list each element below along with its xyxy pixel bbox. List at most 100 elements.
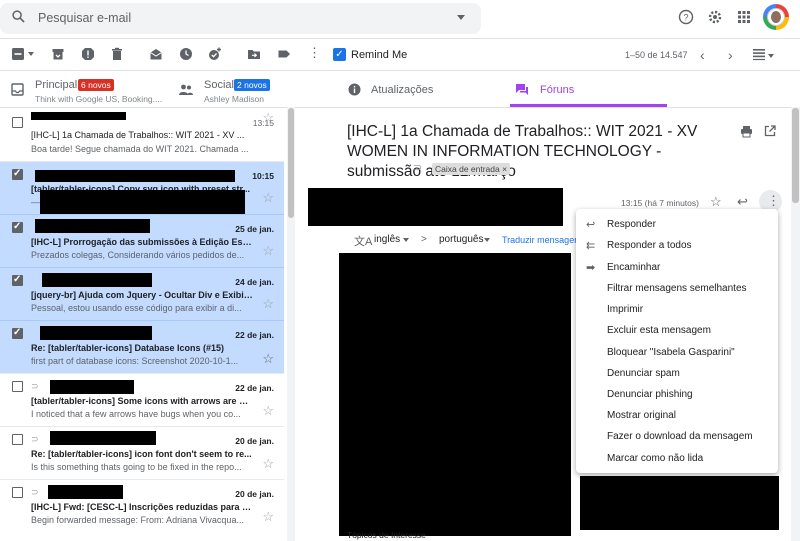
star-icon[interactable]: ☆ xyxy=(262,456,274,472)
tab-principal-label: Principal xyxy=(35,79,78,91)
email-subject: [IHC-L] Fwd: [CESC-L] Inscrições reduzid… xyxy=(31,502,253,512)
forum-chat-icon xyxy=(516,84,528,95)
redacted-sender xyxy=(42,273,152,287)
row-checkbox[interactable] xyxy=(12,327,23,339)
report-spam-icon[interactable] xyxy=(81,47,95,61)
menu-item-print[interactable]: Imprimir xyxy=(607,304,643,315)
email-subject: [jquery-br] Ajuda com Jquery - Ocultar D… xyxy=(31,290,253,300)
menu-item-block-sender[interactable]: Bloquear "Isabela Gasparini" xyxy=(607,347,735,358)
menu-item-download[interactable]: Fazer o download da mensagem xyxy=(607,431,753,442)
remind-me-label[interactable]: Remind Me xyxy=(351,49,407,61)
star-icon[interactable]: ☆ xyxy=(262,403,274,419)
target-language-select[interactable]: português xyxy=(439,234,483,245)
menu-item-mark-unread[interactable]: Marcar como não lida xyxy=(607,453,703,464)
star-icon[interactable]: ☆ xyxy=(262,509,274,525)
redacted-sender xyxy=(35,219,150,233)
remind-me-checkbox[interactable]: ✓ xyxy=(333,48,346,61)
row-checkbox[interactable] xyxy=(12,221,23,233)
menu-item-show-original[interactable]: Mostrar original xyxy=(607,410,676,421)
snooze-clock-icon[interactable] xyxy=(179,47,193,61)
help-icon[interactable]: ? xyxy=(678,9,694,25)
row-checkbox[interactable] xyxy=(12,274,23,286)
more-options-icon[interactable]: ⋮ xyxy=(308,46,321,60)
menu-item-delete[interactable]: Excluir esta mensagem xyxy=(607,325,711,336)
importance-marker-icon[interactable]: ⊃ xyxy=(413,161,422,174)
star-icon[interactable]: ☆ xyxy=(262,351,274,367)
email-date: 25 de jan. xyxy=(235,224,274,234)
previous-page-icon[interactable]: ‹ xyxy=(700,47,705,63)
email-list-scroll-thumb[interactable] xyxy=(288,108,294,218)
split-pane-dropdown-icon[interactable] xyxy=(768,54,774,58)
label-tag-icon[interactable] xyxy=(277,47,291,61)
redacted-message-body xyxy=(580,476,779,530)
menu-item-report-phishing[interactable]: Denunciar phishing xyxy=(607,389,693,400)
select-all-checkbox-icon[interactable] xyxy=(11,47,25,61)
importance-marker-icon[interactable]: ⊃ xyxy=(31,434,39,445)
email-subject: [tabler/tabler-icons] Some icons with ar… xyxy=(31,396,253,406)
inbox-label-chip[interactable]: Caixa de entrada × xyxy=(432,163,511,175)
star-icon[interactable]: ☆ xyxy=(262,296,274,312)
email-snippet: Begin forwarded message: From: Adriana V… xyxy=(31,515,244,525)
next-page-icon[interactable]: › xyxy=(728,47,733,63)
email-subject: Re: [tabler/tabler-icons] icon font don'… xyxy=(31,449,252,459)
search-icon[interactable] xyxy=(12,10,25,23)
importance-marker-icon[interactable]: ⊃ xyxy=(31,381,39,392)
star-icon[interactable]: ☆ xyxy=(710,194,722,210)
archive-icon[interactable] xyxy=(51,47,65,61)
select-dropdown-icon[interactable] xyxy=(28,52,34,56)
avatar-face xyxy=(771,11,781,23)
row-checkbox[interactable] xyxy=(12,434,23,445)
translate-arrow: > xyxy=(421,234,427,245)
menu-item-filter-similar[interactable]: Filtrar mensagens semelhantes xyxy=(607,283,747,294)
social-new-badge: 2 novos xyxy=(234,79,270,91)
mark-as-read-icon[interactable] xyxy=(149,47,163,61)
menu-item-reply-all[interactable]: Responder a todos xyxy=(607,240,692,251)
tab-social-label: Social xyxy=(204,79,234,91)
delete-trash-icon[interactable] xyxy=(110,47,124,61)
search-options-icon[interactable] xyxy=(457,15,465,20)
open-in-new-window-icon[interactable] xyxy=(764,125,776,137)
message-actions-menu: ↩ Responder ⇇ Responder a todos ➡ Encami… xyxy=(576,209,778,473)
row-checkbox[interactable] xyxy=(12,117,23,128)
tab-foruns[interactable] xyxy=(510,71,667,107)
email-row[interactable]: ⊃ 22 de jan. [tabler/tabler-icons] Some … xyxy=(0,374,284,426)
search-input[interactable]: Pesquisar e-mail xyxy=(38,11,131,25)
reading-pane-scroll-thumb[interactable] xyxy=(792,108,799,203)
email-row[interactable]: ⊃ 20 de jan. [IHC-L] Fwd: [CESC-L] Inscr… xyxy=(0,480,284,536)
reply-all-icon: ⇇ xyxy=(586,240,596,252)
star-icon[interactable]: ☆ xyxy=(262,190,274,206)
chevron-down-icon xyxy=(484,238,490,242)
principal-new-badge: 6 novos xyxy=(78,79,114,91)
add-to-tasks-icon[interactable] xyxy=(208,47,222,61)
redacted-sender xyxy=(50,431,156,445)
star-icon[interactable]: ☆ xyxy=(262,110,274,126)
move-to-folder-icon[interactable] xyxy=(247,47,261,61)
more-vert-icon[interactable]: ⋮ xyxy=(767,194,780,208)
reply-icon[interactable]: ↩ xyxy=(737,194,748,210)
row-checkbox[interactable] xyxy=(12,168,23,180)
importance-marker-icon[interactable]: ⊃ xyxy=(31,487,39,498)
translate-icon: 文A xyxy=(354,236,373,248)
apps-grid-icon[interactable] xyxy=(736,9,752,25)
print-all-icon[interactable] xyxy=(740,125,753,138)
row-checkbox[interactable] xyxy=(12,487,23,498)
menu-item-report-spam[interactable]: Denunciar spam xyxy=(607,368,680,379)
redacted-sender xyxy=(31,112,126,120)
settings-gear-icon[interactable] xyxy=(707,9,723,25)
menu-item-reply[interactable]: Responder xyxy=(607,219,656,230)
split-pane-toggle-icon[interactable] xyxy=(752,47,766,61)
people-icon xyxy=(179,84,193,95)
forward-icon: ➡ xyxy=(586,262,596,274)
tab-social-subtitle: Ashley Madison xyxy=(204,94,265,104)
chevron-down-icon xyxy=(403,238,409,242)
star-icon[interactable]: ☆ xyxy=(262,243,274,259)
menu-item-forward[interactable]: Encaminhar xyxy=(607,262,660,273)
redacted-sender xyxy=(48,485,123,499)
tab-principal-subtitle: Think with Google US, Booking.... xyxy=(35,94,163,104)
email-subject: Re: [tabler/tabler-icons] Database Icons… xyxy=(31,343,225,353)
redacted-sender xyxy=(50,380,134,394)
pagination-count: 1–50 de 14.547 xyxy=(625,50,688,60)
translate-message-link[interactable]: Traduzir mensagem xyxy=(502,235,582,245)
row-checkbox[interactable] xyxy=(12,381,23,392)
source-language-select[interactable]: inglês xyxy=(374,234,400,245)
